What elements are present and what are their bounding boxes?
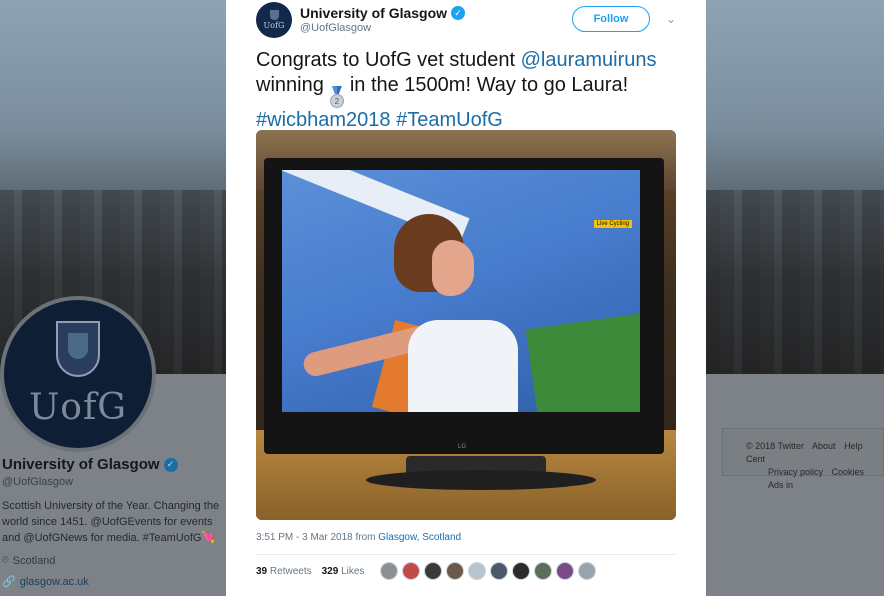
tweet-location-link[interactable]: Glasgow, Scotland (378, 532, 461, 543)
liker-avatar[interactable] (402, 562, 420, 580)
profile-name-text: University of Glasgow (2, 456, 160, 473)
verified-badge-icon: ✓ (163, 457, 178, 472)
verified-badge-icon: ✓ (451, 6, 466, 20)
tweet-text: Congrats to UofG vet student @lauramuiru… (256, 48, 686, 133)
profile-bio: Scottish University of the Year. Changin… (2, 500, 220, 544)
liker-avatar[interactable] (446, 562, 464, 580)
likers-avatars (380, 562, 596, 580)
link-icon: 🔗 (2, 576, 16, 588)
avatar-logo-text: UofG (263, 21, 285, 30)
profile-logo-text: UofG (28, 386, 128, 428)
footer-ads-link[interactable]: Ads in (768, 480, 793, 490)
retweets-stat[interactable]: 39 Retweets (256, 566, 312, 577)
tweet-author-name[interactable]: University of Glasgow ✓ (300, 5, 466, 21)
divider (256, 554, 676, 555)
profile-location-text: Scotland (12, 554, 56, 567)
tweet-stats: 39 Retweets 329 Likes (256, 566, 364, 577)
tweet-photo[interactable]: Live Cycling LG (256, 130, 676, 520)
likes-label: Likes (341, 566, 365, 577)
profile-avatar[interactable]: UofG (0, 296, 156, 452)
liker-avatar[interactable] (424, 562, 442, 580)
liker-avatar[interactable] (380, 562, 398, 580)
tv-brand-label: LG (458, 444, 467, 450)
live-broadcast-tag: Live Cycling (593, 220, 632, 228)
hashtag-link[interactable]: #wicbham2018 (256, 109, 391, 131)
chevron-down-icon[interactable]: ⌄ (666, 12, 676, 26)
follow-button[interactable]: Follow (572, 6, 650, 32)
silver-medal-icon: 2 (328, 86, 346, 108)
footer-copyright: © 2018 Twitter (746, 441, 804, 451)
profile-url[interactable]: 🔗 glasgow.ac.uk (2, 575, 89, 589)
likes-count: 329 (321, 566, 339, 577)
tweet-text-part: in the 1500m! Way to go Laura! (349, 74, 629, 96)
tv-screen: Live Cycling (282, 170, 640, 412)
profile-url-text[interactable]: glasgow.ac.uk (20, 576, 89, 588)
liker-avatar[interactable] (534, 562, 552, 580)
footer-cookies-link[interactable]: Cookies (832, 467, 865, 477)
tweet-modal: UofG University of Glasgow ✓ @UofGlasgow… (226, 0, 706, 596)
tweet-author-name-text: University of Glasgow (300, 5, 448, 21)
profile-name[interactable]: University of Glasgow ✓ (2, 456, 178, 473)
tweet-author-avatar[interactable]: UofG (256, 2, 292, 38)
medal-number: 2 (329, 94, 344, 108)
tv-base (366, 470, 596, 490)
liker-avatar[interactable] (578, 562, 596, 580)
profile-location: ⌾ Scotland (2, 554, 55, 567)
location-pin-icon: ⌾ (2, 554, 9, 566)
footer-privacy-link[interactable]: Privacy policy (768, 467, 823, 477)
tweet-text-part: Congrats to UofG vet student (256, 49, 521, 71)
tweet-time-text[interactable]: 3:51 PM - 3 Mar 2018 from (256, 532, 378, 543)
liker-avatar[interactable] (490, 562, 508, 580)
crest-icon (269, 10, 279, 20)
footer-about-link[interactable]: About (812, 441, 836, 451)
retweets-count: 39 (256, 566, 268, 577)
footer-links: © 2018 Twitter About Help Cent Privacy p… (746, 440, 884, 492)
crest-icon (56, 320, 100, 377)
liker-avatar[interactable] (468, 562, 486, 580)
retweets-label: Retweets (269, 566, 312, 577)
profile-handle[interactable]: @UofGlasgow (2, 476, 73, 488)
tweet-timestamp: 3:51 PM - 3 Mar 2018 from Glasgow, Scotl… (256, 532, 461, 543)
mention-link[interactable]: @lauramuiruns (521, 49, 657, 71)
liker-avatar[interactable] (512, 562, 530, 580)
hashtag-link[interactable]: #TeamUofG (396, 109, 503, 131)
likes-stat[interactable]: 329 Likes (322, 566, 365, 577)
liker-avatar[interactable] (556, 562, 574, 580)
tweet-author-handle[interactable]: @UofGlasgow (300, 22, 371, 34)
tweet-text-part: winning (256, 74, 324, 96)
